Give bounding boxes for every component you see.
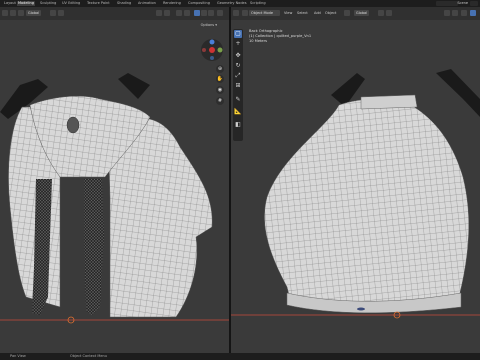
tab-rendering[interactable]: Rendering: [162, 1, 182, 6]
status-bar: Pan View Object Context Menu: [0, 353, 480, 360]
right-3d-viewport[interactable]: Object Mode View Select Add Object Globa…: [231, 7, 480, 353]
waistband: [360, 94, 418, 110]
status-context-menu: Object Context Menu: [70, 354, 107, 358]
tab-modeling[interactable]: Modeling: [17, 1, 35, 6]
right-mesh-view: [231, 69, 480, 319]
tab-animation[interactable]: Animation: [137, 1, 157, 6]
tab-geometry-nodes[interactable]: Geometry Nodes: [216, 1, 248, 6]
left-3d-viewport[interactable]: Global Options ▾ ⊕ ✋ ◉ #: [0, 7, 229, 353]
leg-right: [84, 179, 104, 315]
tab-uv-editing[interactable]: UV Editing: [61, 1, 81, 6]
scene-selector[interactable]: [436, 1, 458, 6]
right-ribbon-right: [436, 69, 480, 117]
scene-label: Scene: [457, 1, 468, 5]
left-ribbon-right: [118, 73, 150, 99]
grid-icon[interactable]: #: [216, 97, 224, 105]
tab-layout[interactable]: Layout: [3, 1, 17, 6]
tab-scripting[interactable]: Scripting: [249, 1, 267, 6]
workspace-topbar: Layout Modeling Sculpting UV Editing Tex…: [0, 0, 480, 7]
back-skirt: [264, 98, 470, 310]
left-mesh-view: [0, 73, 229, 324]
camera-icon[interactable]: ◉: [216, 86, 224, 94]
tab-shading[interactable]: Shading: [116, 1, 132, 6]
navigation-gizmo[interactable]: [201, 39, 223, 61]
hand-icon[interactable]: ✋: [216, 75, 224, 83]
bow-knot: [66, 116, 80, 134]
tab-compositing[interactable]: Compositing: [187, 1, 211, 6]
tab-sculpting[interactable]: Sculpting: [39, 1, 57, 6]
axis-gizmo-icon[interactable]: [201, 39, 223, 61]
view-layer-icon[interactable]: [470, 1, 478, 6]
tab-texture-paint[interactable]: Texture Paint: [86, 1, 111, 6]
zoom-icon[interactable]: ⊕: [216, 65, 224, 73]
status-pan-view: Pan View: [10, 354, 26, 358]
